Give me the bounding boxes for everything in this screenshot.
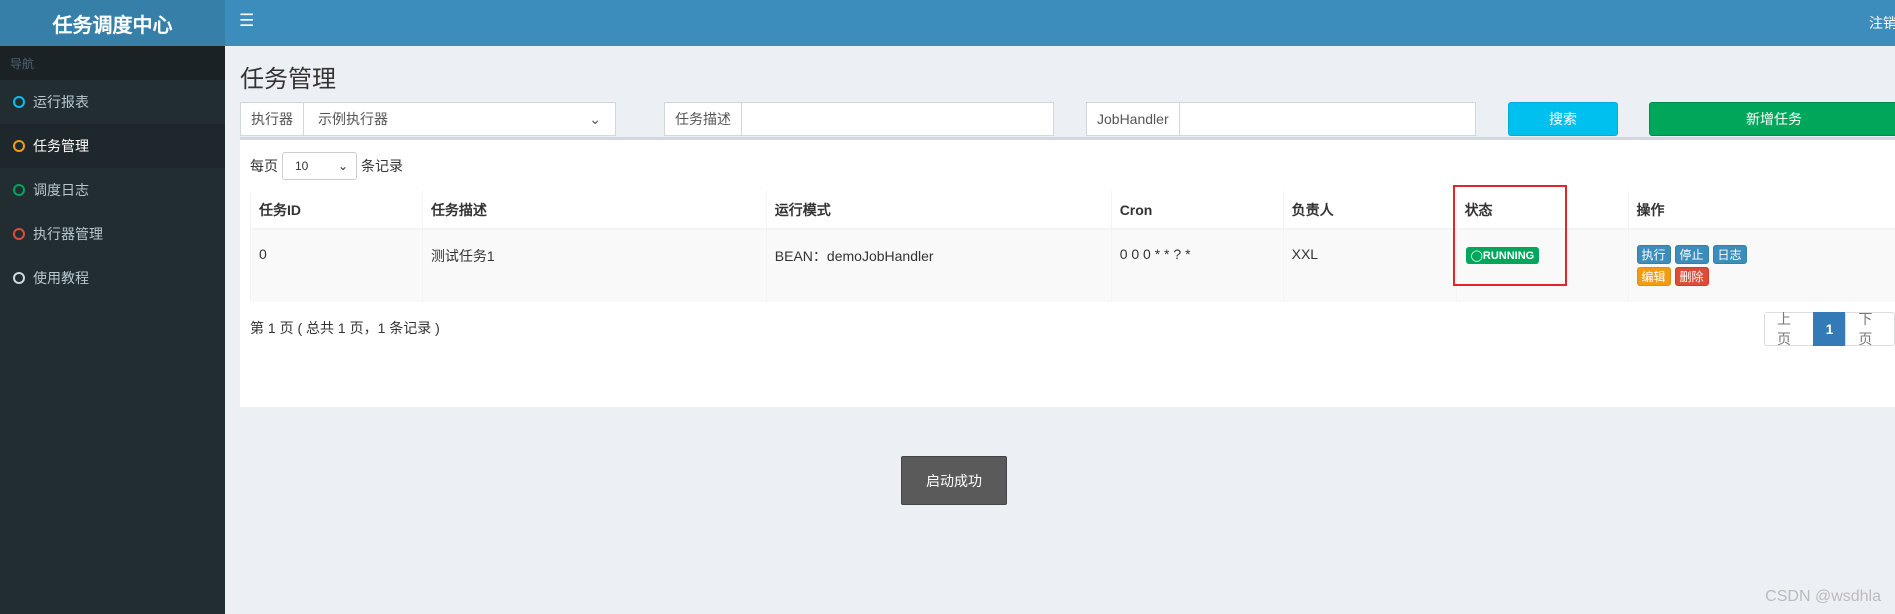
handler-input[interactable] — [1180, 103, 1475, 135]
page-size-value: 10 — [295, 159, 309, 173]
circle-icon — [13, 272, 25, 284]
column-header-mode[interactable]: 运行模式 — [765, 191, 1112, 230]
circle-icon — [13, 228, 25, 240]
prev-page-button[interactable]: 上页 — [1764, 311, 1814, 347]
circle-icon — [13, 96, 25, 108]
sidebar-item-help[interactable]: 使用教程 — [0, 256, 225, 300]
stop-button[interactable]: 停止 — [1674, 245, 1709, 264]
run-button[interactable]: 执行 — [1636, 245, 1671, 264]
table-row: 0 测试任务1 BEAN：demoJobHandler 0 0 0 * * ? … — [250, 229, 1895, 302]
add-job-button[interactable]: 新增任务 — [1649, 102, 1895, 136]
sidebar-item-executors[interactable]: 执行器管理 — [0, 212, 225, 256]
next-page-button[interactable]: 下页 — [1845, 311, 1895, 347]
column-header-ops: 操作 — [1627, 191, 1895, 230]
sidebar-item-label: 使用教程 — [33, 270, 89, 286]
cell-mode: BEAN：demoJobHandler — [765, 229, 1112, 302]
watermark: CSDN @wsdhla — [1765, 588, 1881, 605]
job-list-box: 每页 10 ⌄ 条记录 任务ID 任务描述 运行模式 Cron 负责人 状态 操… — [240, 137, 1895, 407]
circle-icon — [13, 140, 25, 152]
sidebar-item-report[interactable]: 运行报表 — [0, 80, 225, 124]
executor-select[interactable]: 示例执行器 ⌄ — [304, 103, 615, 135]
page-size-suffix: 条记录 — [361, 158, 403, 174]
sidebar-item-label: 调度日志 — [33, 182, 89, 198]
page-title: 任务管理 — [240, 66, 336, 93]
operation-buttons: 执行 停止 日志 编辑 删除 — [1636, 245, 1757, 286]
desc-input[interactable] — [742, 103, 1053, 135]
nav-header: 导航 — [0, 46, 225, 80]
sidebar-item-label: 执行器管理 — [33, 226, 103, 242]
pagination-info: 第 1 页 ( 总共 1 页，1 条记录 ) — [250, 320, 440, 336]
column-header-owner[interactable]: 负责人 — [1282, 191, 1457, 230]
sidebar-item-label: 任务管理 — [33, 138, 89, 154]
column-header-cron[interactable]: Cron — [1110, 191, 1284, 230]
chevron-down-icon: ⌄ — [589, 110, 601, 127]
job-table: 任务ID 任务描述 运行模式 Cron 负责人 状态 操作 0 测试任务1 BE… — [250, 191, 1895, 302]
handler-filter: JobHandler — [1086, 102, 1476, 136]
desc-label: 任务描述 — [665, 103, 742, 135]
cell-owner: XXL — [1282, 229, 1457, 302]
cell-ops: 执行 停止 日志 编辑 删除 — [1627, 229, 1895, 302]
pagination: 上页 1 下页 — [1764, 311, 1895, 347]
sidebar: 任务调度中心 导航 运行报表 任务管理 调度日志 执行器管理 使用教程 — [0, 0, 225, 614]
executor-select-value: 示例执行器 — [318, 111, 388, 127]
top-bar: ☰ 注销 — [225, 0, 1895, 46]
edit-button[interactable]: 编辑 — [1636, 267, 1671, 286]
handler-label: JobHandler — [1087, 103, 1180, 135]
cell-cron: 0 0 0 * * ? * — [1110, 229, 1284, 302]
menu-toggle-icon[interactable]: ☰ — [239, 11, 254, 31]
column-header-desc[interactable]: 任务描述 — [421, 191, 767, 230]
desc-filter: 任务描述 — [664, 102, 1054, 136]
log-button[interactable]: 日志 — [1712, 245, 1747, 264]
page-1-button[interactable]: 1 — [1812, 312, 1847, 346]
sidebar-item-label: 运行报表 — [33, 94, 89, 110]
cell-desc: 测试任务1 — [421, 229, 767, 302]
toast-message: 启动成功 — [901, 456, 1007, 505]
main-content: 任务管理 执行器 示例执行器 ⌄ 任务描述 JobHandler 搜索 新增任务… — [225, 46, 1895, 614]
search-button[interactable]: 搜索 — [1508, 102, 1618, 136]
sidebar-item-logs[interactable]: 调度日志 — [0, 168, 225, 212]
page-size-control: 每页 10 ⌄ 条记录 — [250, 152, 403, 180]
sidebar-item-jobs[interactable]: 任务管理 — [0, 124, 225, 168]
status-highlight-box — [1453, 185, 1567, 286]
table-header-row: 任务ID 任务描述 运行模式 Cron 负责人 状态 操作 — [250, 191, 1895, 230]
chevron-down-icon: ⌄ — [337, 159, 348, 173]
executor-label: 执行器 — [241, 103, 304, 135]
delete-button[interactable]: 删除 — [1674, 267, 1709, 286]
app-logo[interactable]: 任务调度中心 — [0, 0, 225, 46]
executor-filter: 执行器 示例执行器 ⌄ — [240, 102, 616, 136]
logout-link[interactable]: 注销 — [1869, 13, 1895, 33]
circle-icon — [13, 184, 25, 196]
page-size-select[interactable]: 10 ⌄ — [282, 152, 357, 180]
page-size-prefix: 每页 — [250, 158, 278, 174]
column-header-id[interactable]: 任务ID — [250, 191, 423, 230]
cell-id: 0 — [250, 229, 423, 302]
